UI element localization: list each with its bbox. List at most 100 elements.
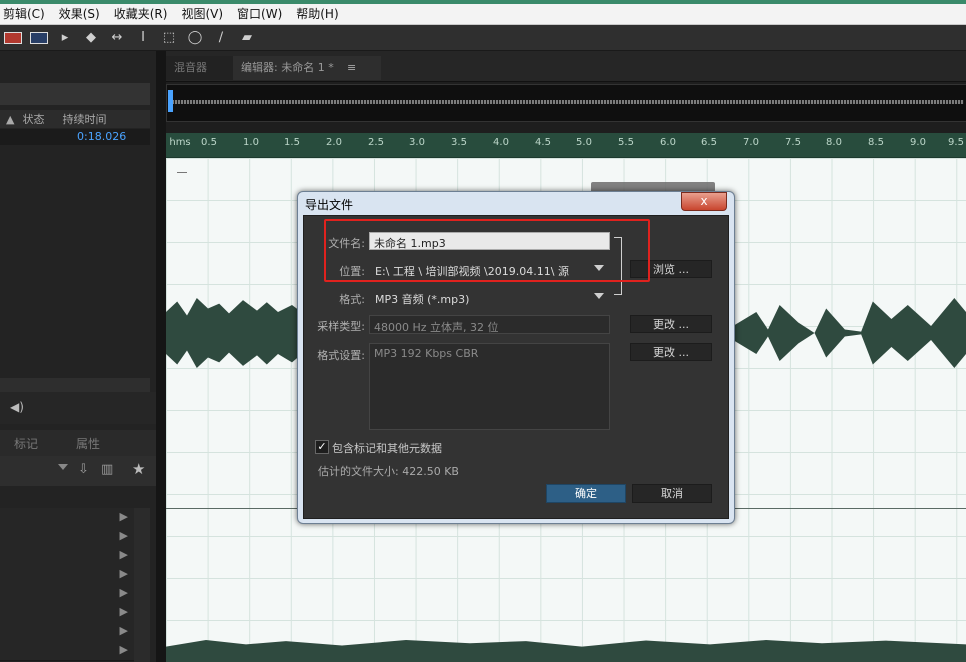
overview-waveform bbox=[172, 100, 964, 104]
file-row[interactable]: 0:18.026 bbox=[0, 129, 150, 145]
frequency-icon[interactable] bbox=[26, 27, 52, 49]
chevron-right-icon: ▶ bbox=[119, 586, 128, 599]
trash-icon[interactable]: ▥ bbox=[101, 462, 113, 477]
ruler-tick: 1.5 bbox=[284, 137, 300, 148]
playhead-indicator bbox=[177, 172, 187, 183]
chevron-right-icon: ▶ bbox=[119, 567, 128, 580]
slip-icon[interactable]: ↔ bbox=[104, 27, 130, 49]
razor-icon[interactable]: ◆ bbox=[78, 27, 104, 49]
sort-ascending-icon[interactable]: ▲ bbox=[6, 113, 14, 126]
ruler-tick: 1.0 bbox=[243, 137, 259, 148]
ruler-tick: 5.5 bbox=[618, 137, 634, 148]
chevron-right-icon: ▶ bbox=[119, 605, 128, 618]
format-settings-change-button[interactable]: 更改 ... bbox=[630, 343, 712, 361]
dialog-title: 导出文件 bbox=[305, 198, 354, 212]
close-button[interactable]: x bbox=[681, 192, 727, 211]
cancel-button[interactable]: 取消 bbox=[632, 484, 712, 503]
list-item[interactable]: ▶ bbox=[0, 622, 134, 642]
list-item[interactable]: ▶ bbox=[0, 565, 134, 585]
ruler-tick: 0.5 bbox=[201, 137, 217, 148]
checkmark-icon: ✓ bbox=[317, 440, 327, 453]
ruler-tick: 9.5 bbox=[948, 137, 964, 148]
menu-clip[interactable]: 剪辑(C) bbox=[0, 4, 52, 24]
ruler-tick: 4.5 bbox=[535, 137, 551, 148]
list-item[interactable]: ▶ bbox=[0, 527, 134, 547]
ruler-tick: 2.5 bbox=[368, 137, 384, 148]
files-search-bar bbox=[0, 83, 150, 105]
menubar: 剪辑(C) 效果(S) 收藏夹(R) 视图(V) 窗口(W) 帮助(H) bbox=[0, 4, 966, 25]
tab-menu-icon[interactable]: ≡ bbox=[347, 56, 356, 80]
sample-type-label: 采样类型: bbox=[317, 320, 365, 333]
ruler-tick: 5.0 bbox=[576, 137, 592, 148]
estimated-size: 估计的文件大小: 422.50 KB bbox=[318, 465, 459, 478]
menu-window[interactable]: 窗口(W) bbox=[230, 4, 289, 24]
overview-viewport-marker[interactable] bbox=[168, 90, 173, 112]
sample-type-change-button[interactable]: 更改 ... bbox=[630, 315, 712, 333]
files-transport-bar: ◀) bbox=[0, 392, 156, 424]
ruler-tick: 9.0 bbox=[910, 137, 926, 148]
ruler-tick: 6.5 bbox=[701, 137, 717, 148]
tab-markers[interactable]: 标记 bbox=[14, 435, 38, 452]
files-column-header: ▲ 状态 持续时间 bbox=[0, 110, 150, 128]
export-icon[interactable]: ⇩ bbox=[78, 462, 89, 477]
menu-view[interactable]: 视图(V) bbox=[174, 4, 230, 24]
menu-help[interactable]: 帮助(H) bbox=[289, 4, 345, 24]
menu-effects[interactable]: 效果(S) bbox=[52, 4, 107, 24]
panel-divider[interactable] bbox=[156, 51, 166, 662]
tab-properties[interactable]: 属性 bbox=[76, 435, 100, 452]
list-item[interactable]: ▶ bbox=[0, 641, 134, 661]
ruler-tick: 6.0 bbox=[660, 137, 676, 148]
format-settings-label: 格式设置: bbox=[317, 349, 365, 362]
toolbar: ▸ ◆ ↔ I ⬚ ◯ ∕ ▰ bbox=[0, 25, 966, 51]
close-icon: x bbox=[700, 194, 708, 208]
ruler-tick: 3.0 bbox=[409, 137, 425, 148]
file-duration: 0:18.026 bbox=[77, 130, 127, 143]
waveform-spectral-icon[interactable] bbox=[0, 27, 26, 49]
include-markers-label[interactable]: 包含标记和其他元数据 bbox=[332, 440, 442, 456]
ruler-tick: 2.0 bbox=[326, 137, 342, 148]
lasso-icon[interactable]: ◯ bbox=[182, 27, 208, 49]
sample-type-value: 48000 Hz 立体声, 32 位 bbox=[369, 315, 610, 334]
brush-icon[interactable]: ∕ bbox=[208, 27, 234, 49]
ruler-tick: 7.5 bbox=[785, 137, 801, 148]
format-value: MP3 音频 (*.mp3) bbox=[375, 293, 470, 306]
list-item[interactable]: ▶ bbox=[0, 603, 134, 623]
tab-mixer[interactable]: 混音器 bbox=[166, 56, 238, 80]
speaker-icon[interactable]: ◀) bbox=[10, 400, 24, 414]
markers-toolbar: ⇩ ▥ ★ bbox=[0, 456, 156, 486]
format-settings-value: MP3 192 Kbps CBR bbox=[369, 343, 610, 430]
move-icon[interactable]: ▸ bbox=[52, 27, 78, 49]
ruler-unit: hms bbox=[169, 137, 191, 148]
include-markers-checkbox[interactable]: ✓ bbox=[315, 440, 329, 454]
chevron-right-icon: ▶ bbox=[119, 510, 128, 523]
chevron-right-icon: ▶ bbox=[119, 548, 128, 561]
ruler-tick: 4.0 bbox=[493, 137, 509, 148]
ruler-tick: 7.0 bbox=[743, 137, 759, 148]
star-icon[interactable]: ★ bbox=[132, 460, 145, 478]
chevron-right-icon: ▶ bbox=[119, 529, 128, 542]
dropdown-arrow-icon[interactable] bbox=[58, 464, 68, 470]
time-ruler[interactable]: hms 0.5 1.0 1.5 2.0 2.5 3.0 3.5 4.0 4.5 … bbox=[166, 133, 966, 158]
menu-favorites[interactable]: 收藏夹(R) bbox=[107, 4, 175, 24]
column-duration[interactable]: 持续时间 bbox=[62, 111, 106, 127]
list-item[interactable]: ▶ bbox=[0, 508, 134, 528]
format-dropdown[interactable]: MP3 音频 (*.mp3) bbox=[369, 288, 610, 308]
column-status[interactable]: 状态 bbox=[22, 111, 44, 127]
ruler-tick: 8.0 bbox=[826, 137, 842, 148]
markers-scrollbar[interactable] bbox=[134, 508, 150, 662]
chevron-down-icon bbox=[594, 293, 604, 299]
tab-editor[interactable]: 编辑器: 未命名 1 * ≡ bbox=[233, 56, 381, 80]
time-select-icon[interactable]: I bbox=[130, 27, 156, 49]
marquee-icon[interactable]: ⬚ bbox=[156, 27, 182, 49]
ok-button[interactable]: 确定 bbox=[546, 484, 626, 503]
chevron-right-icon: ▶ bbox=[119, 624, 128, 637]
tab-editor-label: 编辑器: 未命名 1 * bbox=[241, 61, 334, 74]
list-item[interactable]: ▶ bbox=[0, 584, 134, 604]
spot-heal-icon[interactable]: ▰ bbox=[234, 27, 260, 49]
files-scrollbar[interactable] bbox=[0, 378, 150, 392]
chevron-right-icon: ▶ bbox=[119, 643, 128, 656]
ruler-tick: 3.5 bbox=[451, 137, 467, 148]
ruler-tick: 8.5 bbox=[868, 137, 884, 148]
list-item[interactable]: ▶ bbox=[0, 546, 134, 566]
highlight-annotation bbox=[324, 219, 650, 282]
